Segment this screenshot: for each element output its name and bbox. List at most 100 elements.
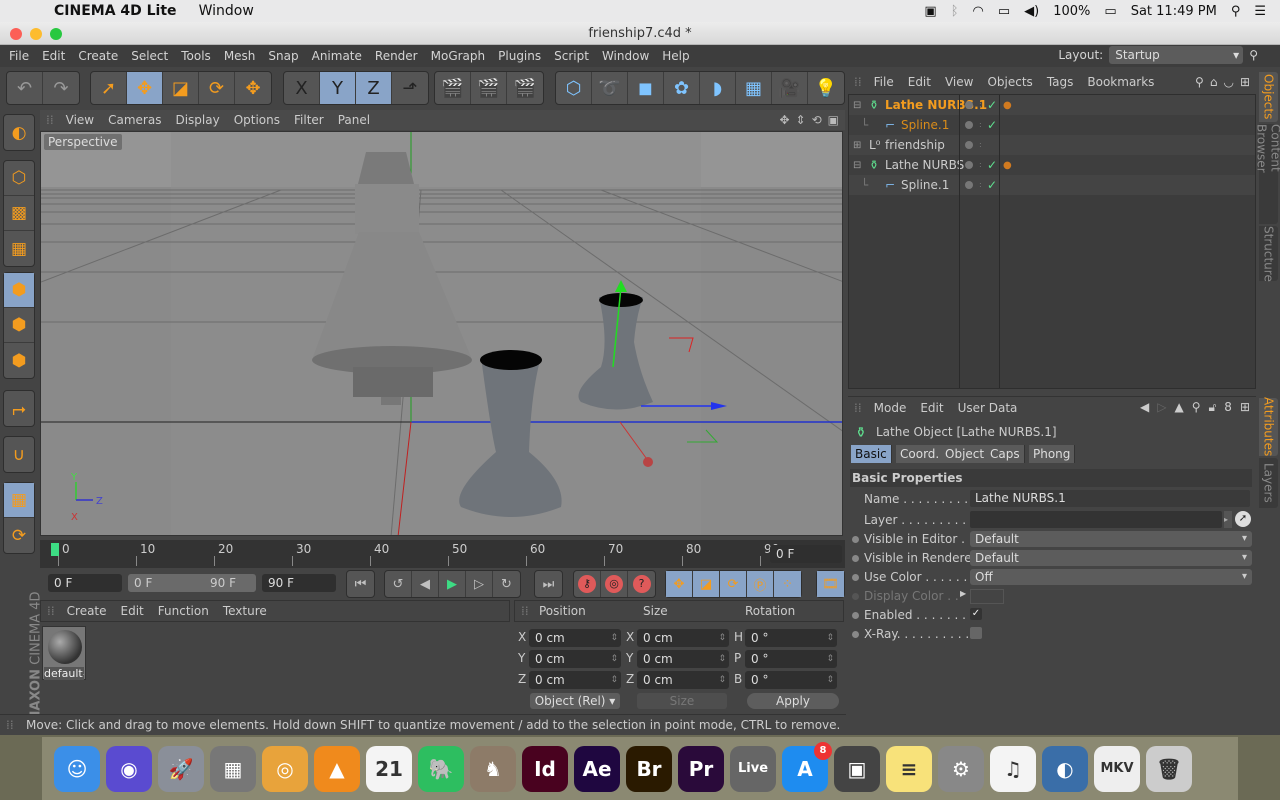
layer-field[interactable]	[970, 511, 1222, 528]
dock-evernote[interactable]: 🐘	[418, 745, 464, 792]
eye-icon[interactable]: ◡	[1223, 75, 1233, 89]
planar-workplane-button[interactable]: ⟳	[4, 518, 34, 553]
editor-render-dots[interactable]: :	[979, 181, 982, 189]
tab-object[interactable]: Object	[941, 445, 990, 463]
menu-window[interactable]: Window	[602, 49, 649, 63]
undo-button[interactable]: ↶	[7, 72, 43, 104]
rotation-p-field[interactable]: 0 °	[745, 650, 837, 668]
tab-phong[interactable]: Phong	[1029, 445, 1076, 463]
volume-icon[interactable]: ◀)	[1024, 4, 1039, 19]
layer-picker-icon[interactable]: ➚	[1235, 511, 1251, 527]
menu-file[interactable]: File	[9, 49, 29, 63]
airplay-icon[interactable]: ▭	[998, 4, 1010, 19]
axis-mode-button[interactable]: ⮣	[4, 391, 34, 426]
new-window-icon[interactable]: ⊞	[1240, 75, 1250, 89]
zoom-window-button[interactable]	[50, 28, 62, 40]
animate-dot[interactable]	[852, 574, 859, 581]
timeline-ruler[interactable]: 0102030405060708090	[40, 540, 845, 568]
visibility-dot[interactable]	[965, 141, 973, 149]
phong-tag-icon[interactable]: ●	[1003, 100, 1012, 111]
menubar-window[interactable]: Window	[199, 3, 254, 19]
dolly-icon[interactable]: ⇕	[796, 113, 806, 127]
mobile-device-icon[interactable]: ▣	[924, 4, 936, 19]
dock-trash[interactable]: 🗑	[1146, 745, 1192, 792]
dock-notes[interactable]: ≡	[886, 745, 932, 792]
locked-workplane-button[interactable]: ▦	[4, 483, 34, 518]
size-z-field[interactable]: 0 cm	[637, 671, 729, 689]
object-name[interactable]: Lathe NURBS	[885, 158, 964, 172]
side-tab-layers[interactable]: Layers	[1259, 458, 1278, 508]
cube-primitive-button[interactable]: ⬡	[556, 72, 592, 104]
record-point-level-button[interactable]: ⁘	[774, 571, 801, 597]
object-menu-bookmarks[interactable]: Bookmarks	[1087, 75, 1154, 89]
visible-in-editor-dropdown[interactable]: Default	[970, 531, 1252, 547]
viewport-menu-filter[interactable]: Filter	[294, 113, 324, 127]
app-name-menu[interactable]: CINEMA 4D Lite	[54, 3, 177, 19]
texture-mode-button[interactable]: ▩	[4, 196, 34, 231]
dock-mkv-file[interactable]: MKV	[1094, 745, 1140, 792]
menu-mograph[interactable]: MoGraph	[431, 49, 486, 63]
dock-ableton-live[interactable]: Live	[730, 745, 776, 792]
dock-premiere[interactable]: Pr	[678, 745, 724, 792]
editor-render-dots[interactable]: :	[979, 101, 982, 109]
search-icon[interactable]: ⚲	[1192, 400, 1201, 415]
minimize-window-button[interactable]	[30, 28, 42, 40]
animate-dot[interactable]	[852, 593, 859, 600]
coordinate-mode-dropdown[interactable]: Object (Rel) ▾	[530, 693, 620, 709]
live-selection-button[interactable]: ➚	[91, 72, 127, 104]
size-x-field[interactable]: 0 cm	[637, 629, 729, 647]
menu-help[interactable]: Help	[662, 49, 689, 63]
animate-dot[interactable]	[852, 631, 859, 638]
position-z-field[interactable]: 0 cm	[529, 671, 621, 689]
end-frame-field[interactable]: 90 F	[262, 574, 336, 592]
cloner-button[interactable]: ✿	[664, 72, 700, 104]
editor-render-dots[interactable]: :	[979, 141, 982, 149]
material-menu-function[interactable]: Function	[158, 604, 209, 618]
dock-calculator[interactable]: ▦	[210, 745, 256, 792]
spline-pen-button[interactable]: ➰	[592, 72, 628, 104]
forward-arrow-icon[interactable]: ▷	[1157, 400, 1166, 415]
phong-tag-icon[interactable]: ●	[1003, 160, 1012, 171]
go-to-next-key-button[interactable]: ↻	[493, 571, 520, 597]
start-frame-field[interactable]: 0 F	[48, 574, 122, 592]
dock-after-effects[interactable]: Ae	[574, 745, 620, 792]
model-mode-button[interactable]: ⬡	[4, 161, 34, 196]
render-settings-button[interactable]: 🎬	[507, 72, 543, 104]
timeline-window-button[interactable]: 🎞	[817, 571, 844, 597]
menu-render[interactable]: Render	[375, 49, 418, 63]
subdivision-surface-button[interactable]: ◼	[628, 72, 664, 104]
editor-render-dots[interactable]: :	[979, 121, 982, 129]
layout-dropdown[interactable]: Startup ▾	[1109, 46, 1244, 64]
keyframe-selection-button[interactable]: ?	[628, 571, 655, 597]
play-backwards-button[interactable]: ◀	[412, 571, 439, 597]
object-menu-objects[interactable]: Objects	[987, 75, 1032, 89]
floor-scene-button[interactable]: ▦	[736, 72, 772, 104]
render-view-button[interactable]: 🎬	[435, 72, 471, 104]
current-frame-field[interactable]: 0 F	[770, 545, 842, 563]
autokeying-button[interactable]: ◎	[601, 571, 628, 597]
layer-menu-arrow[interactable]: ▸	[1224, 511, 1232, 528]
use-color-dropdown[interactable]: Off	[970, 569, 1252, 585]
object-name[interactable]: Spline.1	[901, 178, 949, 192]
dock-chess[interactable]: ♞	[470, 745, 516, 792]
edges-mode-button[interactable]: ⬢	[4, 308, 34, 343]
material-menu-texture[interactable]: Texture	[223, 604, 267, 618]
record-scale-button[interactable]: ◪	[693, 571, 720, 597]
menu-snap[interactable]: Snap	[268, 49, 298, 63]
record-active-objects-button[interactable]: ⚷	[574, 571, 601, 597]
dock-vlc[interactable]: ▲	[314, 745, 360, 792]
panel-grip-icon[interactable]: ⁞⁞	[47, 604, 55, 618]
coordinate-system-button[interactable]: ⬏	[392, 72, 428, 104]
animate-dot[interactable]	[852, 612, 859, 619]
viewport-menu-display[interactable]: Display	[175, 113, 219, 127]
tab-coord[interactable]: Coord.	[896, 445, 945, 463]
points-mode-button[interactable]: ⬢	[4, 273, 34, 308]
enabled-check-icon[interactable]: ✓	[987, 178, 997, 192]
dock-launchpad[interactable]: 🚀	[158, 745, 204, 792]
menu-animate[interactable]: Animate	[312, 49, 362, 63]
frame-range-slider[interactable]: 0 F 90 F	[128, 574, 256, 592]
record-position-button[interactable]: ✥	[666, 571, 693, 597]
tab-caps[interactable]: Caps	[986, 445, 1025, 463]
visibility-dot[interactable]	[965, 181, 973, 189]
animate-dot[interactable]	[852, 536, 859, 543]
